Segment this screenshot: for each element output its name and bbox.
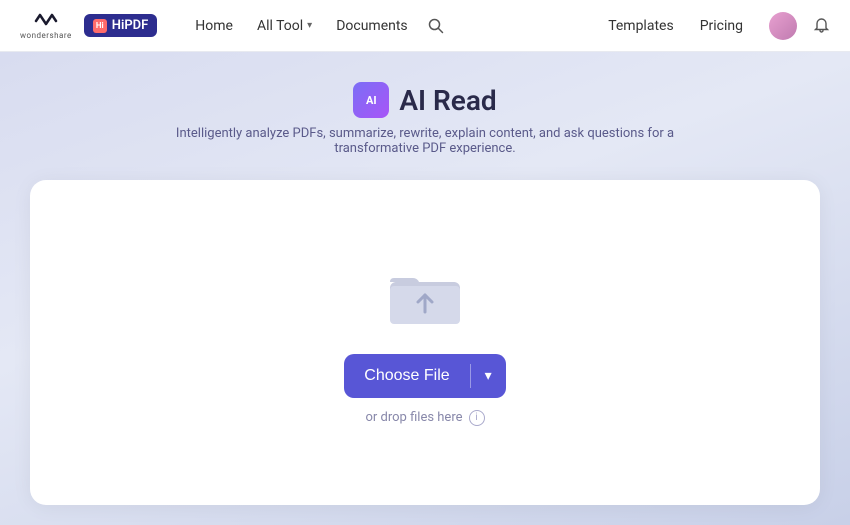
wondershare-label: wondershare xyxy=(20,31,72,40)
drop-hint: or drop files here i xyxy=(365,410,484,426)
choose-file-button[interactable]: Choose File ▾ xyxy=(344,354,505,398)
navbar: wondershare Hi HiPDF Home All Tool ▾ Doc… xyxy=(0,0,850,52)
nav-left: wondershare Hi HiPDF Home All Tool ▾ Doc… xyxy=(20,12,418,40)
wondershare-logo[interactable]: wondershare xyxy=(20,12,72,40)
nav-templates[interactable]: Templates xyxy=(598,12,684,40)
hipdf-badge[interactable]: Hi HiPDF xyxy=(84,14,158,37)
nav-home[interactable]: Home xyxy=(185,12,243,40)
nav-documents[interactable]: Documents xyxy=(326,12,417,40)
search-icon[interactable] xyxy=(428,18,444,34)
choose-file-label: Choose File xyxy=(344,367,469,385)
nav-links: Home All Tool ▾ Documents xyxy=(185,12,417,40)
info-icon[interactable]: i xyxy=(469,410,485,426)
page-title-row: AI AI Read xyxy=(353,82,496,118)
folder-illustration xyxy=(385,260,465,330)
nav-all-tool[interactable]: All Tool ▾ xyxy=(247,12,322,40)
main-content: AI AI Read Intelligently analyze PDFs, s… xyxy=(0,52,850,525)
upload-card: Choose File ▾ or drop files here i xyxy=(30,180,820,505)
hipdf-icon-text: Hi xyxy=(96,21,104,30)
choose-file-chevron-icon: ▾ xyxy=(471,367,506,384)
nav-pricing[interactable]: Pricing xyxy=(690,12,753,40)
all-tool-chevron-icon: ▾ xyxy=(307,20,312,31)
avatar[interactable] xyxy=(769,12,797,40)
nav-right-links: Templates Pricing xyxy=(598,12,753,40)
drop-hint-text: or drop files here xyxy=(365,410,462,425)
ai-read-icon: AI xyxy=(353,82,389,118)
page-header: AI AI Read Intelligently analyze PDFs, s… xyxy=(175,82,675,156)
page-title: AI Read xyxy=(399,84,496,117)
hipdf-icon: Hi xyxy=(93,19,107,33)
page-subtitle: Intelligently analyze PDFs, summarize, r… xyxy=(175,126,675,156)
bell-icon[interactable] xyxy=(813,17,830,34)
nav-right: Templates Pricing xyxy=(598,12,830,40)
hipdf-label: HiPDF xyxy=(112,18,149,33)
